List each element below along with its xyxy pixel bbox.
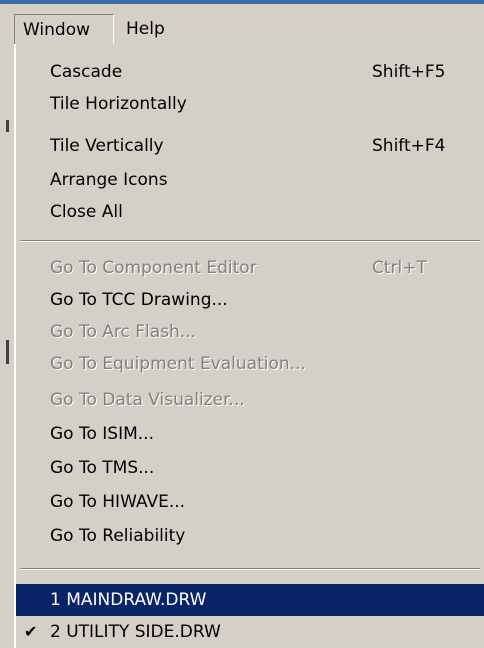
menu-item-label: Go To HIWAVE... [50,492,186,512]
menu-item-label: Go To TCC Drawing... [50,290,228,310]
menu-item-label: Go To Equipment Evaluation... [50,354,306,374]
menu-item-label: Tile Horizontally [50,94,187,114]
window-menu-dropdown: Cascade Shift+F5 Tile Horizontally Tile … [14,44,484,648]
menu-help[interactable]: Help [118,14,178,44]
menu-item-label: 2 UTILITY SIDE.DRW [50,622,221,642]
menu-item-go-to-isim[interactable]: Go To ISIM... [16,418,484,450]
menu-item-go-to-hiwave[interactable]: Go To HIWAVE... [16,486,484,518]
menu-item-label: Go To Arc Flash... [50,322,197,342]
menu-item-label: Go To Reliability [50,526,186,546]
window-edge [0,0,484,4]
menu-item-close-all[interactable]: Close All [16,196,484,228]
screen: Window Help Cascade Shift+F5 Tile Horizo… [0,0,484,648]
check-mark-icon: ✔ [24,622,38,641]
menu-item-shortcut: Ctrl+T [372,258,427,278]
menu-item-label: Go To TMS... [50,458,155,478]
menu-bar: Window Help [0,0,484,44]
menu-item-window-utility-side[interactable]: ✔ 2 UTILITY SIDE.DRW [16,616,484,648]
menu-item-label: 1 MAINDRAW.DRW [50,590,207,610]
background-window-edge [0,60,14,648]
menu-item-go-to-arc-flash: Go To Arc Flash... [16,316,484,348]
menu-item-label: Go To Data Visualizer... [50,390,245,410]
menu-item-arrange-icons[interactable]: Arrange Icons [16,164,484,196]
menu-item-go-to-tcc-drawing[interactable]: Go To TCC Drawing... [16,284,484,316]
menu-item-label: Cascade [50,62,123,82]
menu-item-go-to-equipment-evaluation: Go To Equipment Evaluation... [16,348,484,380]
menu-item-label: Go To ISIM... [50,424,154,444]
menu-item-go-to-component-editor: Go To Component Editor Ctrl+T [16,252,484,284]
menu-separator [20,568,480,570]
menu-item-cascade[interactable]: Cascade Shift+F5 [16,56,484,88]
menu-item-label: Tile Vertically [50,136,164,156]
menu-item-tile-vertically[interactable]: Tile Vertically Shift+F4 [16,130,484,162]
menu-item-shortcut: Shift+F4 [372,136,446,156]
edge-mark [6,120,9,132]
menu-item-shortcut: Shift+F5 [372,62,446,82]
menu-item-window-maindraw[interactable]: 1 MAINDRAW.DRW [16,584,484,616]
edge-mark [6,340,9,364]
menu-item-label: Close All [50,202,123,222]
menu-window[interactable]: Window [14,14,114,44]
menu-item-go-to-reliability[interactable]: Go To Reliability [16,520,484,552]
menu-item-tile-horizontally[interactable]: Tile Horizontally [16,88,484,120]
menu-separator [20,240,480,242]
menu-item-label: Arrange Icons [50,170,168,190]
menu-item-go-to-tms[interactable]: Go To TMS... [16,452,484,484]
menu-item-label: Go To Component Editor [50,258,257,278]
menu-item-go-to-data-visualizer: Go To Data Visualizer... [16,384,484,416]
